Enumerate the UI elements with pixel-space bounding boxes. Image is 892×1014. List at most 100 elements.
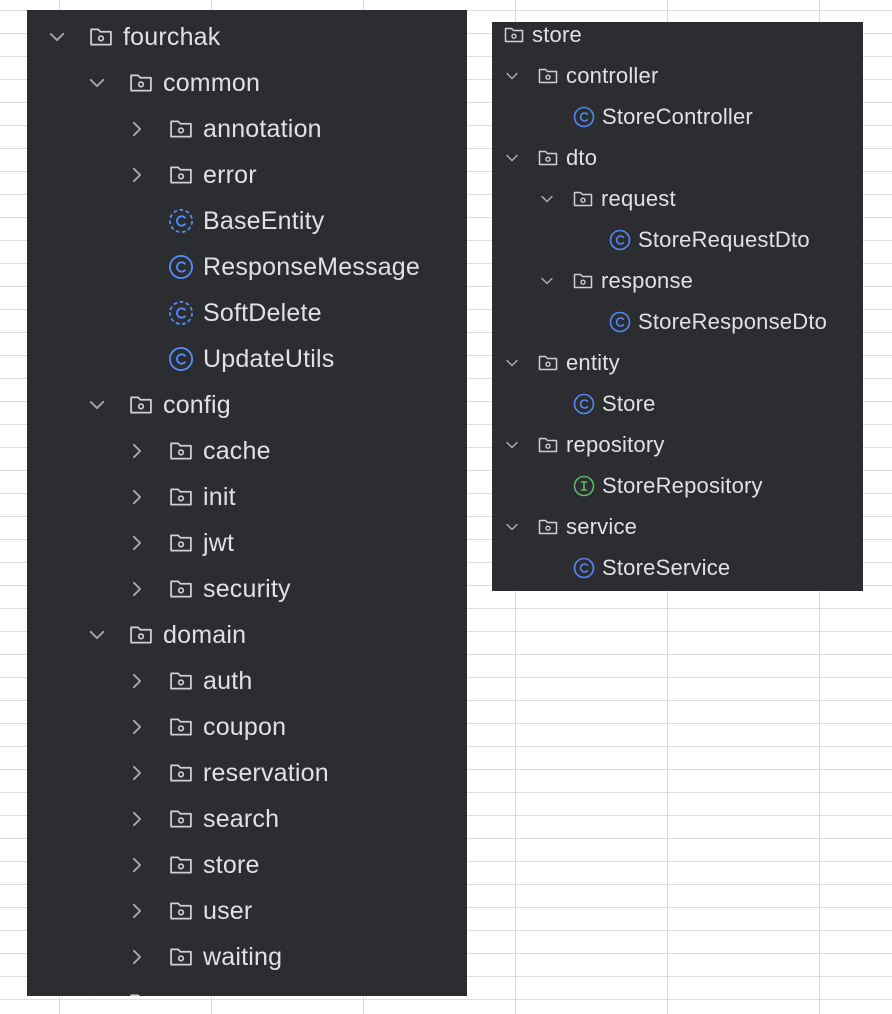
chevron-down-icon[interactable] — [539, 191, 555, 207]
tree-item-init[interactable]: init — [127, 474, 467, 520]
tree-item-annotation[interactable]: annotation — [127, 106, 467, 152]
tree-item-response[interactable]: response — [539, 260, 863, 301]
tree-item-label: cache — [203, 436, 271, 465]
tree-item-user[interactable]: user — [127, 888, 467, 934]
tree-item-security[interactable]: security — [127, 566, 467, 612]
chevron-right-icon[interactable] — [127, 487, 147, 507]
chevron-down-icon[interactable] — [504, 68, 520, 84]
chevron-down-icon[interactable] — [504, 150, 520, 166]
tree-item-request[interactable]: request — [539, 178, 863, 219]
tree-item-common[interactable]: common — [87, 60, 467, 106]
tree-item-label: entity — [566, 349, 620, 375]
chevron-right-icon[interactable] — [127, 809, 147, 829]
chevron-down-icon[interactable] — [504, 355, 520, 371]
chevron-right-icon[interactable] — [127, 763, 147, 783]
chevron-right-icon[interactable] — [127, 441, 147, 461]
tree-item-config[interactable]: config — [87, 382, 467, 428]
tree-item-label: StoreController — [602, 103, 753, 129]
chevron-down-icon[interactable] — [87, 395, 107, 415]
folder-icon — [127, 989, 155, 996]
tree-item-storerepository[interactable]: StoreRepository — [572, 465, 863, 506]
folder-icon — [127, 391, 155, 419]
tree-item-label: config — [163, 390, 231, 419]
tree-item-storeservice[interactable]: StoreService — [572, 547, 863, 588]
folder-icon — [167, 805, 195, 833]
tree-item-label: error — [203, 160, 257, 189]
class-icon — [608, 228, 632, 252]
tree-item-fourchak[interactable]: fourchak — [47, 14, 467, 60]
chevron-down-icon[interactable] — [47, 27, 67, 47]
chevron-down-icon[interactable] — [504, 437, 520, 453]
tree-item-responsemessage[interactable]: ResponseMessage — [167, 244, 467, 290]
tree-item-label: init — [203, 482, 236, 511]
tree-item-error[interactable]: error — [127, 152, 467, 198]
tree-item-cache[interactable]: cache — [127, 428, 467, 474]
tree-item-label: request — [601, 185, 676, 211]
chevron-right-icon[interactable] — [127, 855, 147, 875]
chevron-down-icon[interactable] — [87, 625, 107, 645]
tree-item-service[interactable]: service — [504, 506, 863, 547]
tree-item-entity[interactable]: entity — [504, 342, 863, 383]
chevron-down-icon[interactable] — [539, 273, 555, 289]
folder-icon — [536, 351, 560, 375]
tree-item-label: StoreRepository — [602, 472, 763, 498]
folder-icon — [127, 69, 155, 97]
chevron-down-icon[interactable] — [504, 519, 520, 535]
tree-item-reservation[interactable]: reservation — [127, 750, 467, 796]
tree-item-domain[interactable]: domain — [87, 612, 467, 658]
chevron-right-icon[interactable] — [127, 119, 147, 139]
chevron-right-icon[interactable] — [127, 901, 147, 921]
tree-item-store-root[interactable]: store — [502, 22, 863, 55]
tree-item-dto[interactable]: dto — [504, 137, 863, 178]
class-icon — [572, 105, 596, 129]
left-project-tree-panel: fourchak common annotation error BaseEnt… — [27, 10, 467, 996]
tree-item-label: controller — [566, 62, 659, 88]
tree-item-label: Store — [602, 390, 656, 416]
interface-icon — [572, 474, 596, 498]
chevron-right-icon[interactable] — [127, 947, 147, 967]
folder-icon — [167, 575, 195, 603]
tree-item-label: dto — [566, 144, 598, 170]
tree-item-cutoff[interactable] — [87, 980, 467, 996]
chevron-right-icon[interactable] — [127, 671, 147, 691]
tree-item-label: SoftDelete — [203, 298, 322, 327]
chevron-right-icon[interactable] — [87, 993, 107, 996]
tree-item-label: common — [163, 68, 261, 97]
tree-item-softdelete[interactable]: SoftDelete — [167, 290, 467, 336]
tree-item-label: service — [566, 513, 638, 539]
tree-item-controller[interactable]: controller — [504, 55, 863, 96]
tree-item-search[interactable]: search — [127, 796, 467, 842]
tree-item-jwt[interactable]: jwt — [127, 520, 467, 566]
tree-item-label: security — [203, 574, 291, 603]
tree-item-label: StoreService — [602, 554, 731, 580]
folder-icon — [167, 115, 195, 143]
tree-item-updateutils[interactable]: UpdateUtils — [167, 336, 467, 382]
chevron-right-icon[interactable] — [127, 579, 147, 599]
tree-item-label: StoreResponseDto — [638, 308, 828, 334]
tree-item-label: store — [203, 850, 260, 879]
folder-icon — [167, 667, 195, 695]
tree-item-label: UpdateUtils — [203, 344, 335, 373]
chevron-right-icon[interactable] — [127, 533, 147, 553]
tree-item-label: domain — [163, 620, 247, 649]
tree-item-coupon[interactable]: coupon — [127, 704, 467, 750]
folder-icon — [167, 713, 195, 741]
tree-item-baseentity[interactable]: BaseEntity — [167, 198, 467, 244]
class-icon — [167, 345, 195, 373]
tree-item-label: StoreRequestDto — [638, 226, 810, 252]
tree-item-label: annotation — [203, 114, 322, 143]
tree-item-storecontroller[interactable]: StoreController — [572, 96, 863, 137]
folder-icon — [536, 433, 560, 457]
tree-item-store[interactable]: store — [127, 842, 467, 888]
chevron-right-icon[interactable] — [127, 717, 147, 737]
chevron-right-icon[interactable] — [127, 165, 147, 185]
tree-item-store-class[interactable]: Store — [572, 383, 863, 424]
tree-item-storerequestdto[interactable]: StoreRequestDto — [608, 219, 863, 260]
tree-item-auth[interactable]: auth — [127, 658, 467, 704]
tree-item-storeresponsedto[interactable]: StoreResponseDto — [608, 301, 863, 342]
tree-item-repository[interactable]: repository — [504, 424, 863, 465]
tree-item-waiting[interactable]: waiting — [127, 934, 467, 980]
folder-icon — [167, 759, 195, 787]
folder-icon — [127, 621, 155, 649]
chevron-down-icon[interactable] — [87, 73, 107, 93]
